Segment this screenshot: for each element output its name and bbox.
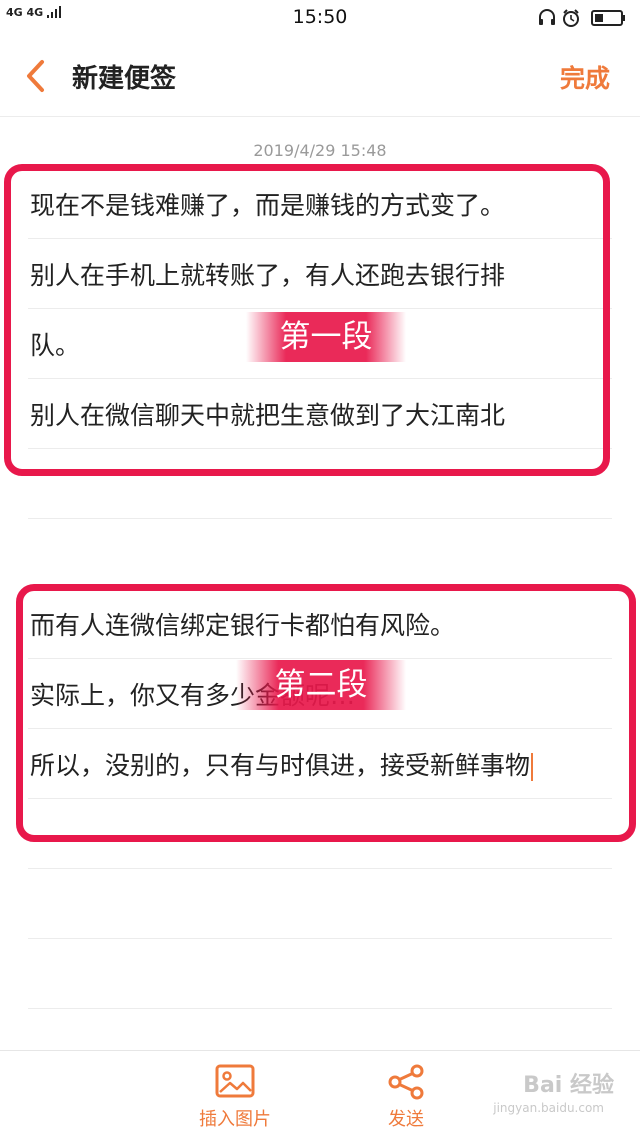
baidu-watermark: Bai 经验: [523, 1073, 614, 1098]
battery-icon: [591, 10, 625, 26]
ruled-line: [28, 518, 612, 519]
headphones-icon: [539, 9, 555, 25]
baidu-watermark-url: jingyan.baidu.com: [493, 1101, 604, 1115]
done-button[interactable]: 完成: [560, 59, 610, 95]
ruled-line: [28, 868, 612, 869]
page-title: 新建便签: [72, 64, 177, 94]
ruled-line: [28, 938, 612, 939]
header: 新建便签 完成: [0, 36, 640, 117]
note-date: 2019/4/29 15:48: [253, 141, 387, 160]
section-1-label: 第一段: [246, 312, 406, 362]
ruled-line: [28, 1008, 612, 1009]
status-icons: [538, 8, 628, 28]
back-chevron-icon[interactable]: [22, 58, 50, 94]
insert-image-label: 插入图片: [199, 1109, 271, 1130]
image-icon: [215, 1064, 255, 1098]
share-icon: [388, 1064, 424, 1100]
insert-image-button[interactable]: 插入图片: [190, 1063, 280, 1131]
bottom-toolbar: 插入图片 发送 Bai 经验 jingyan.baidu.com: [0, 1050, 640, 1139]
send-button[interactable]: 发送: [376, 1063, 436, 1131]
status-bar: 4G 4G 15:50: [0, 0, 640, 36]
section-2-highlight-box: [16, 584, 636, 842]
section-2-label: 第二段: [236, 660, 406, 710]
alarm-icon: [563, 9, 579, 27]
send-label: 发送: [388, 1109, 424, 1130]
